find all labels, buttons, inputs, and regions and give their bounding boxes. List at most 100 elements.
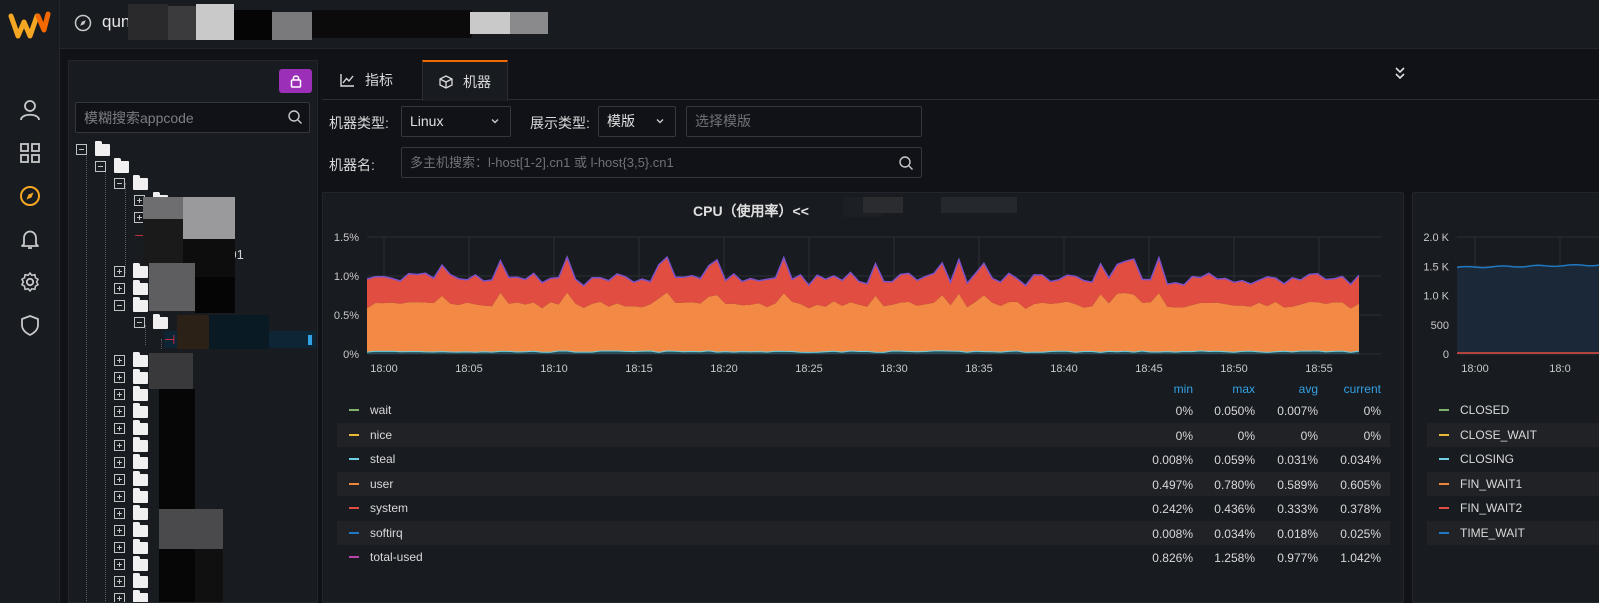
tree-node[interactable] [95,157,133,175]
tree-node[interactable] [114,368,152,386]
search-icon[interactable] [287,109,303,125]
expand-icon[interactable] [114,508,125,519]
tcp-chart[interactable]: 0 500 1.0 K 1.5 K 2.0 K 18:00 18:0 [1413,225,1599,385]
legend-series-name[interactable]: system [370,501,408,515]
legend-series-name[interactable]: CLOSING [1460,452,1514,466]
appcode-search-input[interactable] [76,103,281,132]
legend-series-name[interactable]: nice [370,428,392,442]
expand-icon[interactable] [114,423,125,434]
lock-button[interactable] [279,69,312,93]
expand-icon[interactable] [114,355,125,366]
legend-series-name[interactable]: FIN_WAIT1 [1460,477,1522,491]
legend-value-avg: 0% [1300,428,1318,443]
collapse-icon[interactable] [114,178,125,189]
x-tick-label: 18:00 [1461,363,1489,375]
machine-name-search[interactable]: 多主机搜索：l-host[1-2].cn1 或 l-host{3,5}.cn1 [401,147,922,178]
legend-series-name[interactable]: FIN_WAIT2 [1460,501,1522,515]
tree-node[interactable] [114,487,152,505]
tree-node[interactable] [114,174,152,192]
tree-node[interactable] [114,402,152,420]
machine-type-select[interactable]: Linux [401,106,511,137]
tree-node[interactable] [114,521,152,539]
legend-row[interactable]: CLOSING [1427,447,1599,471]
legend-series-name[interactable]: total-used [370,550,423,564]
legend-header-min[interactable]: min [1123,382,1193,396]
collapse-icon[interactable] [114,300,125,311]
tree-node[interactable] [114,419,152,437]
legend-row[interactable]: FIN_WAIT2 [1427,496,1599,520]
tree-node[interactable] [76,140,114,158]
tab-metrics[interactable]: 指标 [324,60,409,100]
tree-node[interactable] [114,504,152,522]
x-tick-label: 18:40 [1050,363,1078,375]
settings-icon[interactable] [16,268,44,296]
app-logo[interactable] [8,8,52,42]
tree-node[interactable] [114,453,152,471]
x-tick-label: 18:0 [1549,363,1570,375]
legend-series-name[interactable]: CLOSE_WAIT [1460,428,1537,442]
legend-series-name[interactable]: steal [370,452,395,466]
legend-series-name[interactable]: TIME_WAIT [1460,526,1525,540]
legend-value-avg: 0.007% [1277,404,1318,418]
expand-icon[interactable] [114,457,125,468]
tree-node[interactable] [114,351,152,369]
expand-icon[interactable] [114,266,125,277]
tree-node[interactable] [134,313,172,331]
alerting-icon[interactable] [16,225,44,253]
expand-icon[interactable] [114,576,125,587]
search-icon[interactable] [898,155,914,171]
expand-icon[interactable] [114,593,125,602]
tab-machines[interactable]: 机器 [422,60,508,101]
expand-icon[interactable] [114,525,125,536]
cpu-chart[interactable]: 0% 0.5% 1.0% 1.5% 18:00 18:05 18:10 18:15 18:20 1… [323,225,1403,385]
legend-header-max[interactable]: max [1185,382,1255,396]
legend-row[interactable]: CLOSED [1427,398,1599,422]
display-type-select[interactable]: 模版 [598,106,676,137]
legend-series-name[interactable]: user [370,477,393,491]
legend-series-name[interactable]: wait [370,403,391,417]
expand-icon[interactable] [114,389,125,400]
tree-node[interactable] [114,436,152,454]
explore-icon[interactable] [16,182,44,210]
legend-row[interactable]: CLOSE_WAIT [1427,422,1599,447]
tree-node[interactable] [114,279,152,297]
expand-icon[interactable] [114,559,125,570]
legend-series-name[interactable]: CLOSED [1460,403,1509,417]
tree-node[interactable] [114,262,152,280]
panel-title[interactable]: CPU（使用率）<< [693,201,809,221]
legend-row[interactable]: FIN_WAIT1 [1427,471,1599,496]
legend-value-avg: 0.333% [1277,502,1318,516]
tree-node[interactable] [114,572,152,590]
tree-node[interactable] [114,385,152,403]
folder-icon [133,419,148,435]
tree-node[interactable] [114,555,152,573]
collapse-icon[interactable] [76,144,87,155]
legend-swatch [1439,531,1449,534]
collapse-icon[interactable] [134,317,145,328]
expand-icon[interactable] [114,406,125,417]
expand-icon[interactable] [114,542,125,553]
tree-node[interactable] [114,296,152,314]
tree-node[interactable] [114,589,152,602]
expand-icon[interactable] [114,283,125,294]
shield-icon[interactable] [16,311,44,339]
expand-icon[interactable] [114,440,125,451]
tree-node[interactable] [114,470,152,488]
user-icon[interactable] [16,96,44,124]
legend-header-avg[interactable]: avg [1248,382,1318,396]
tab-label: 指标 [365,72,393,88]
collapse-icon[interactable] [95,161,106,172]
expand-icon[interactable] [114,372,125,383]
tree-node[interactable] [114,538,152,556]
dashboards-icon[interactable] [16,139,44,167]
template-select[interactable]: 选择模版 [686,106,922,137]
app-root: qun ⊣ c_t01 [0,0,1599,603]
tree-guide [161,339,162,349]
legend-series-name[interactable]: softirq [370,526,403,540]
expand-icon[interactable] [114,491,125,502]
machine-name-placeholder: 多主机搜索：l-host[1-2].cn1 或 l-host{3,5}.cn1 [410,155,674,170]
collapse-icon[interactable] [1394,66,1406,80]
legend-row[interactable]: TIME_WAIT [1427,520,1599,545]
expand-icon[interactable] [114,474,125,485]
legend-header-current[interactable]: current [1311,382,1381,396]
